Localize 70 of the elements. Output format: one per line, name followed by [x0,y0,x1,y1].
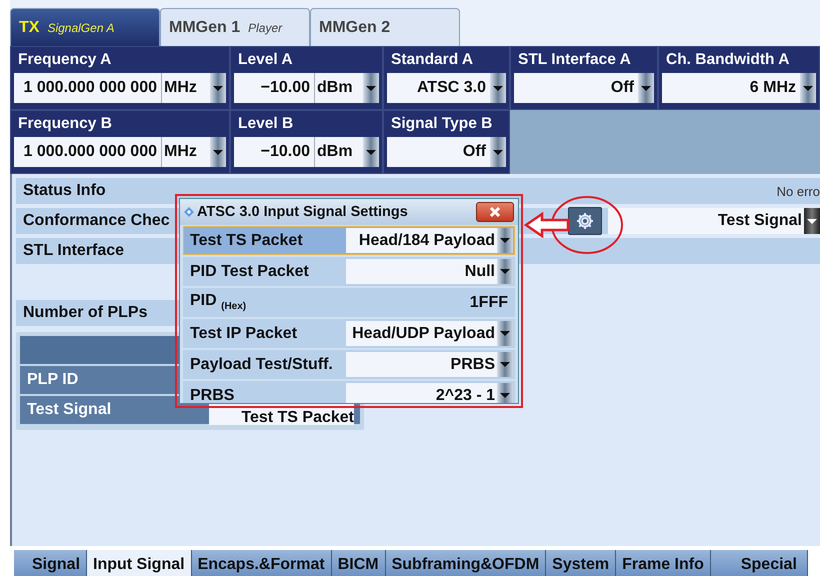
value-field[interactable]: −10.00 [234,73,314,103]
tab[interactable]: MMGen 2 [310,8,460,46]
tab[interactable]: Special [710,550,808,576]
value-field[interactable]: 1 000.000 000 000 [14,137,161,167]
value-field[interactable]: Off [387,137,490,167]
parameter-label: Standard A [390,50,474,70]
row-label: Test TS Packet [190,232,304,250]
settings-button[interactable] [568,207,602,235]
settings-icon [575,211,595,231]
dropdown-button[interactable] [363,73,379,103]
value-dropdown[interactable]: Head/184 Payload [346,228,513,253]
dialog-row[interactable]: PID Test Packet Null [183,257,515,286]
row-label: PID Test Packet [190,262,310,280]
row-label: STL Interface [23,242,124,260]
row-label: Number of PLPs [23,304,148,322]
value-field[interactable]: 1 000.000 000 000 [14,73,161,103]
tab[interactable]: Encaps.&Format [192,550,332,576]
tab[interactable]: MMGen 1 Player [160,8,310,46]
parameter-label: Level B [237,114,294,134]
dialog-row[interactable]: PID $_{(Hex)}$ 1FFF [183,288,515,317]
parameter-label: Level A [237,50,294,70]
row-label: PID $_{(Hex)}$ [190,292,248,313]
row-label: Status Info [23,182,106,200]
dropdown-button[interactable] [800,73,816,103]
dialog-row[interactable]: PRBS 2^23 - 1 [183,381,515,403]
tab[interactable]: Signal [14,550,88,576]
unit-dropdown[interactable]: dBm [314,137,363,167]
dialog-row[interactable]: Payload Test/Stuff. PRBS [183,350,515,379]
unit-dropdown[interactable]: MHz [161,137,210,167]
dropdown-button[interactable] [638,73,654,103]
value-dropdown[interactable]: 2^23 - 1 [346,383,513,403]
parameter-label: STL Interface A [517,50,632,70]
tab[interactable]: Input Signal [87,550,192,576]
value-dropdown[interactable]: Head/UDP Payload [346,321,513,346]
tab[interactable]: Subframing&OFDM [386,550,546,576]
dropdown-button[interactable] [210,73,226,103]
row-label: Payload Test/Stuff. [190,356,334,374]
value-field[interactable]: −10.00 [234,137,314,167]
value-field[interactable]: ATSC 3.0 [387,73,490,103]
dropdown-button[interactable] [210,137,226,167]
tab[interactable]: TX SignalGen A [10,8,160,46]
tab[interactable]: BICM [332,550,386,576]
value-field[interactable]: Off [514,73,638,103]
close-button[interactable] [476,202,514,222]
value-dropdown[interactable]: Null [346,259,513,284]
close-icon [489,206,501,218]
parameter-label: Ch. Bandwidth A [665,50,790,70]
row-label: Conformance Chec [23,212,170,230]
table-row-header: Test Signal [26,401,112,419]
dropdown-button[interactable] [490,73,506,103]
value-text: 1FFF [470,294,509,312]
dialog-row[interactable]: Test TS Packet Head/184 Payload [183,226,515,255]
unit-dropdown[interactable]: dBm [314,73,363,103]
status-text: No erro [776,184,820,198]
row-label: Test IP Packet [190,324,298,342]
tab[interactable]: System [546,550,616,576]
signal-dropdown[interactable]: Test Signal [608,208,820,234]
dialog-title: ATSC 3.0 Input Signal Settings [197,204,408,220]
tab[interactable]: Frame Info [616,550,711,576]
unit-dropdown[interactable]: MHz [161,73,210,103]
value-field[interactable]: 6 MHz [662,73,800,103]
parameter-label: Signal Type B [390,114,494,134]
dialog-row[interactable]: Test IP Packet Head/UDP Payload [183,319,515,348]
dropdown-button[interactable] [490,137,506,167]
table-row-header: PLP ID [26,371,80,389]
parameter-label: Frequency A [17,50,112,70]
diamond-icon [184,207,194,217]
parameter-label: Frequency B [17,114,113,134]
value-dropdown[interactable]: PRBS [346,352,513,377]
dropdown-button[interactable] [363,137,379,167]
